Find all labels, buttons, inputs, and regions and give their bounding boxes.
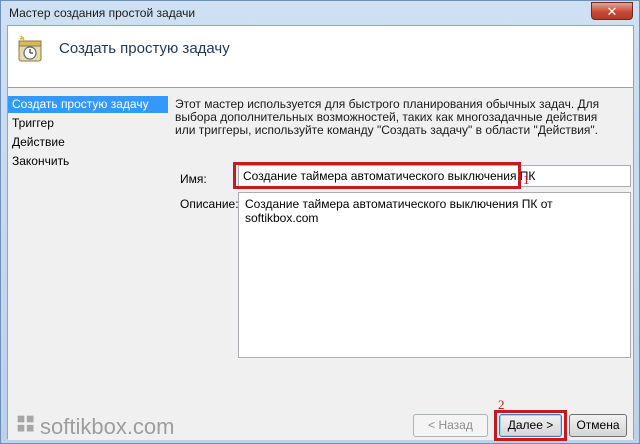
- cancel-button[interactable]: Отмена: [569, 414, 627, 437]
- close-icon: ✕: [606, 4, 618, 19]
- wizard-window: Мастер создания простой задачи ✕ Создать…: [0, 0, 640, 444]
- sidebar-item-trigger[interactable]: Триггер: [8, 115, 168, 132]
- wizard-description: Этот мастер используется для быстрого пл…: [175, 97, 600, 137]
- sidebar-item-action[interactable]: Действие: [8, 134, 168, 151]
- sidebar-item-create-task[interactable]: Создать простую задачу: [8, 96, 168, 113]
- wizard-body: Создать простую задачу Триггер Действие …: [8, 88, 633, 400]
- annotation-number-2: 2: [498, 397, 505, 412]
- wizard-steps-sidebar: Создать простую задачу Триггер Действие …: [8, 96, 168, 172]
- back-button[interactable]: < Назад: [413, 414, 488, 437]
- description-textarea[interactable]: Создание таймера автоматического выключе…: [238, 192, 631, 358]
- description-label: Описание:: [180, 197, 239, 211]
- next-button[interactable]: Далее >: [499, 414, 562, 437]
- title-bar[interactable]: Мастер создания простой задачи ✕: [1, 1, 639, 25]
- close-button[interactable]: ✕: [591, 2, 633, 20]
- wizard-client-area: Создать простую задачу Создать простую з…: [7, 25, 634, 441]
- annotation-number-1: 1: [523, 172, 530, 187]
- wizard-header: Создать простую задачу: [8, 26, 633, 88]
- watermark-text: softikbox.com: [40, 414, 175, 439]
- name-label: Имя:: [180, 172, 207, 186]
- window-title: Мастер создания простой задачи: [9, 6, 196, 20]
- softikbox-logo-icon: [17, 415, 34, 432]
- name-input[interactable]: Создание таймера автоматического выключе…: [238, 165, 631, 187]
- sidebar-item-finish[interactable]: Закончить: [8, 153, 168, 170]
- page-title: Создать простую задачу: [59, 40, 230, 57]
- task-scheduler-clock-icon: [18, 35, 42, 62]
